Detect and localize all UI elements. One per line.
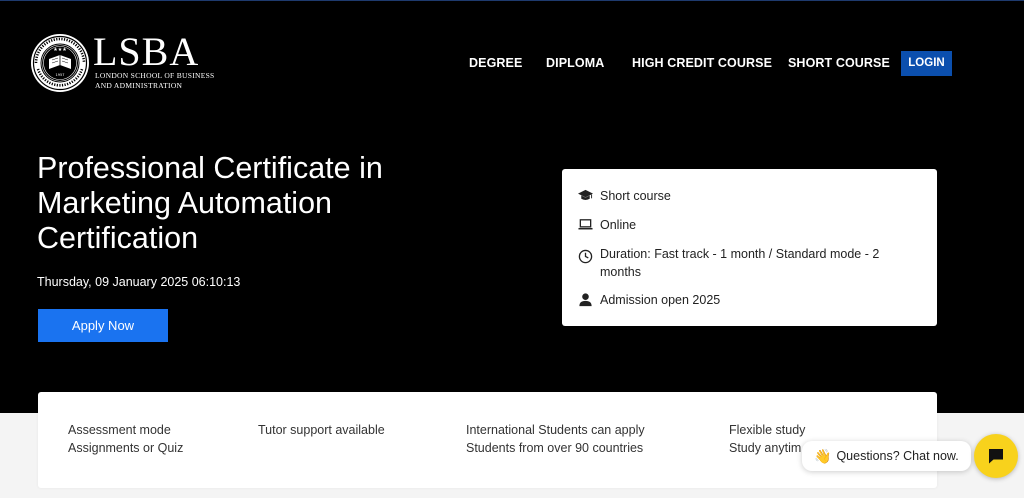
chat-prompt-bubble[interactable]: 👋 Questions? Chat now. [802,441,971,471]
feature-international-title: International Students can apply [466,423,645,437]
nav-diploma[interactable]: DIPLOMA [546,51,604,76]
logo-subtitle-line-2: AND ADMINISTRATION [95,80,183,90]
feature-flexible-study: Flexible study Study anytim [729,422,805,457]
duration-row: Duration: Fast track - 1 month / Standar… [578,245,920,281]
feature-assessment-detail: Assignments or Quiz [68,440,184,455]
hero-section: ★★★ 1957 LSBA LONDON SCHOOL OF BUSINESS … [0,0,1024,413]
course-info-card: Short course Online Duration: Fast track… [562,169,937,326]
feature-tutor-support-title: Tutor support available [258,423,385,437]
chat-open-button[interactable] [974,434,1018,478]
feature-assessment-title: Assessment mode [68,423,171,437]
course-duration: Duration: Fast track - 1 month / Standar… [600,247,880,279]
current-datetime: Thursday, 09 January 2025 06:10:13 [37,275,241,289]
admission-row: Admission open 2025 [578,291,920,309]
nav-degree[interactable]: DEGREE [469,51,522,76]
nav-short-course[interactable]: SHORT COURSE [788,51,890,76]
apply-now-button[interactable]: Apply Now [38,309,168,342]
laptop-icon [578,219,593,230]
login-button[interactable]: LOGIN [901,51,952,76]
feature-international: International Students can apply Student… [466,422,645,457]
nav-high-credit-course[interactable]: HIGH CREDIT COURSE [632,51,772,76]
user-icon [579,293,592,307]
feature-international-detail: Students from over 90 countries [466,440,644,455]
page-title: Professional Certificate in Marketing Au… [37,151,383,255]
study-mode: Online [600,218,637,232]
clock-icon [578,249,593,264]
admission-status: Admission open 2025 [600,293,721,307]
feature-flexible-study-title: Flexible study [729,423,806,437]
course-features-card: Assessment mode Assignments or Quiz Tuto… [38,392,937,488]
course-type-row: Short course [578,187,920,205]
waving-hand-icon: 👋 [814,447,832,464]
feature-assessment: Assessment mode Assignments or Quiz [68,422,183,457]
course-type: Short course [600,189,671,203]
graduation-cap-icon [578,189,593,200]
feature-tutor-support: Tutor support available [258,422,385,440]
main-nav: DEGREE DIPLOMA HIGH CREDIT COURSE SHORT … [0,51,1024,76]
feature-flexible-study-detail: Study anytim [729,440,802,455]
mode-row: Online [578,216,920,234]
chat-bubble-icon [989,449,1003,464]
chat-prompt-text: Questions? Chat now. [836,449,959,463]
